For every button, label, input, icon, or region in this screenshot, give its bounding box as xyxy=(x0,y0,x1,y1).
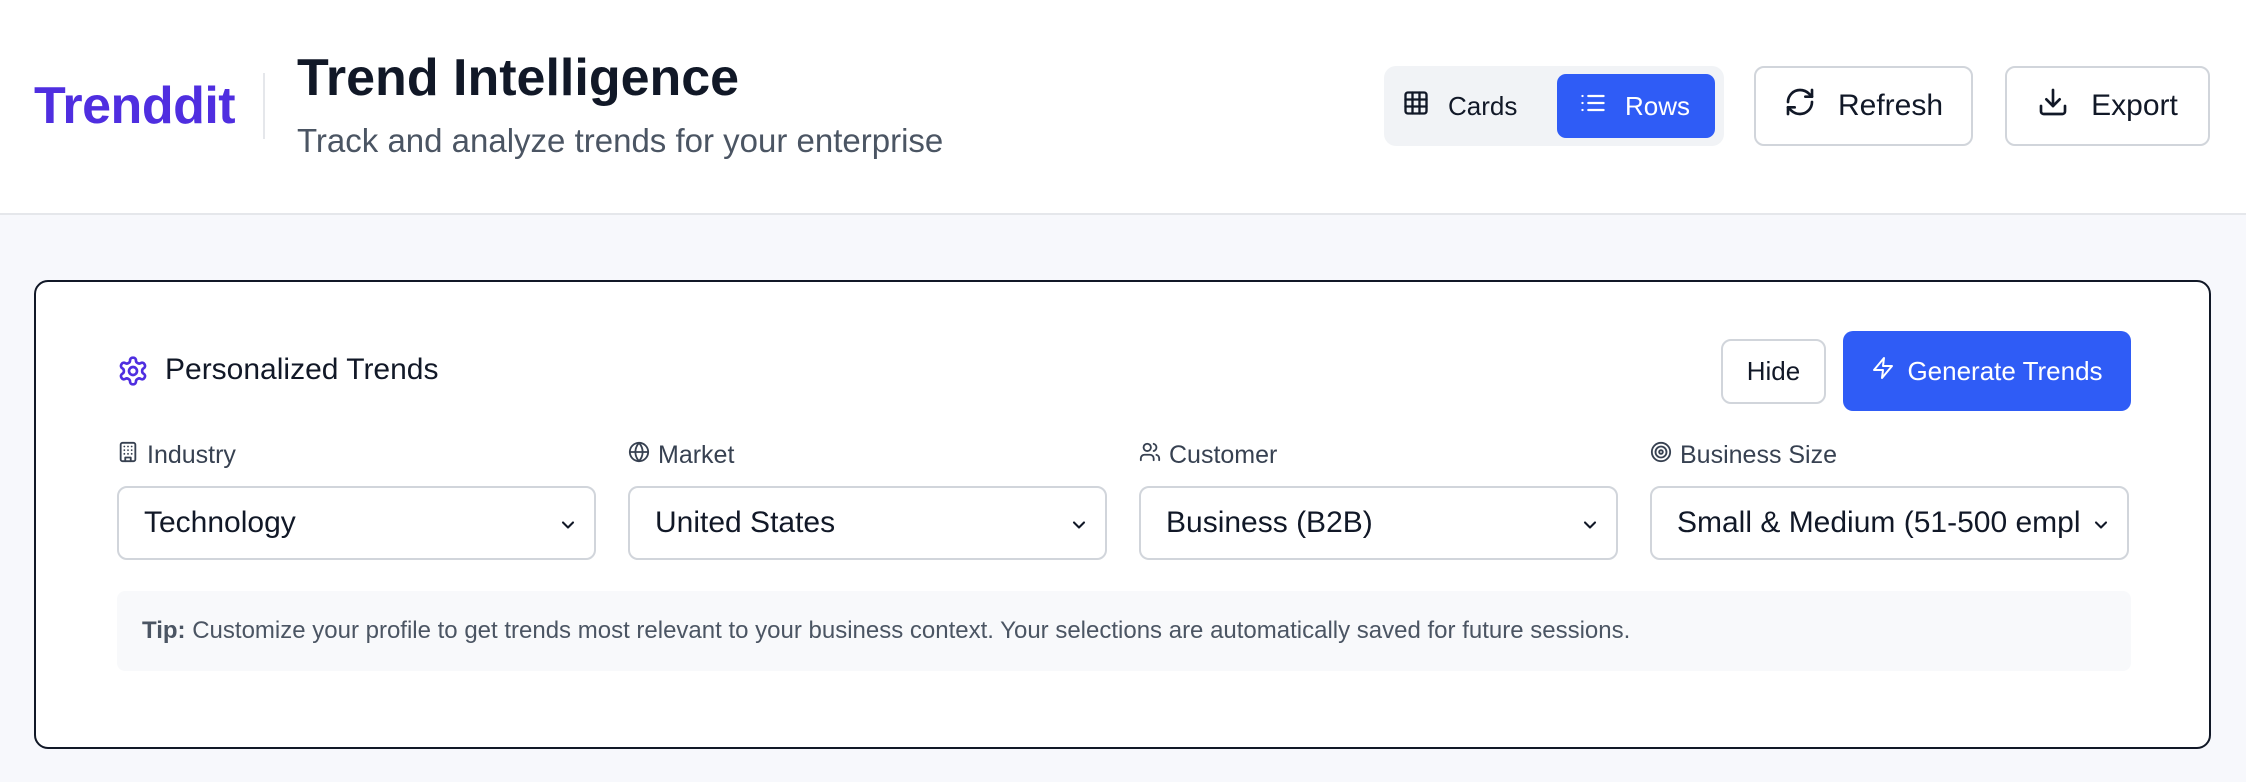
business-size-select[interactable]: Small & Medium (51-500 employees) xyxy=(1650,486,2129,560)
chevron-down-icon xyxy=(1069,515,1089,540)
personalized-trends-panel: Personalized Trends Hide Generate Trends… xyxy=(34,280,2211,749)
generate-trends-button[interactable]: Generate Trends xyxy=(1843,331,2131,411)
rows-view-button[interactable]: Rows xyxy=(1557,74,1715,138)
gear-icon xyxy=(117,355,149,392)
business-size-field: Business Size Small & Medium (51-500 emp… xyxy=(1650,440,2129,560)
market-field: Market United States xyxy=(628,440,1107,560)
market-select[interactable]: United States xyxy=(628,486,1107,560)
lightning-icon xyxy=(1871,356,1907,387)
download-icon xyxy=(2037,86,2091,126)
generate-trends-label: Generate Trends xyxy=(1907,355,2103,386)
app-logo[interactable]: Trenddit xyxy=(34,76,236,136)
hide-button[interactable]: Hide xyxy=(1721,339,1826,404)
export-button[interactable]: Export xyxy=(2005,66,2210,146)
cards-view-button[interactable]: Cards xyxy=(1402,74,1534,138)
chevron-down-icon xyxy=(2091,515,2111,540)
building-icon xyxy=(117,441,147,470)
industry-select[interactable]: Technology xyxy=(117,486,596,560)
panel-title: Personalized Trends xyxy=(165,353,439,386)
tip-text: Customize your profile to get trends mos… xyxy=(185,617,1631,644)
target-icon xyxy=(1650,441,1680,470)
list-icon xyxy=(1557,89,1625,124)
grid-icon xyxy=(1402,89,1448,124)
industry-value: Technology xyxy=(144,506,296,539)
customer-label: Customer xyxy=(1169,440,1278,469)
industry-field: Industry Technology xyxy=(117,440,596,560)
view-toggle: Cards Rows xyxy=(1384,66,1724,146)
users-icon xyxy=(1139,441,1169,470)
customer-select[interactable]: Business (B2B) xyxy=(1139,486,1618,560)
export-label: Export xyxy=(2091,89,2178,122)
header-divider xyxy=(263,73,265,139)
cards-view-label: Cards xyxy=(1448,90,1518,121)
tip-box: Tip: Customize your profile to get trend… xyxy=(117,591,2131,671)
market-label: Market xyxy=(658,440,735,469)
business-size-label: Business Size xyxy=(1680,440,1838,469)
tip-prefix: Tip: xyxy=(142,617,186,644)
app-header: Trenddit Trend Intelligence Track and an… xyxy=(0,0,2246,215)
refresh-button[interactable]: Refresh xyxy=(1754,66,1973,146)
business-size-value: Small & Medium (51-500 employees) xyxy=(1677,506,2079,539)
rows-view-label: Rows xyxy=(1625,90,1691,121)
market-value: United States xyxy=(655,506,836,539)
refresh-label: Refresh xyxy=(1837,89,1944,122)
globe-icon xyxy=(628,441,658,470)
industry-label: Industry xyxy=(147,440,236,469)
chevron-down-icon xyxy=(1580,515,1600,540)
page-subtitle: Track and analyze trends for your enterp… xyxy=(297,122,944,159)
refresh-icon xyxy=(1784,86,1838,126)
customer-value: Business (B2B) xyxy=(1166,506,1373,539)
customer-field: Customer Business (B2B) xyxy=(1139,440,1618,560)
chevron-down-icon xyxy=(558,515,578,540)
page-title: Trend Intelligence xyxy=(297,49,740,107)
